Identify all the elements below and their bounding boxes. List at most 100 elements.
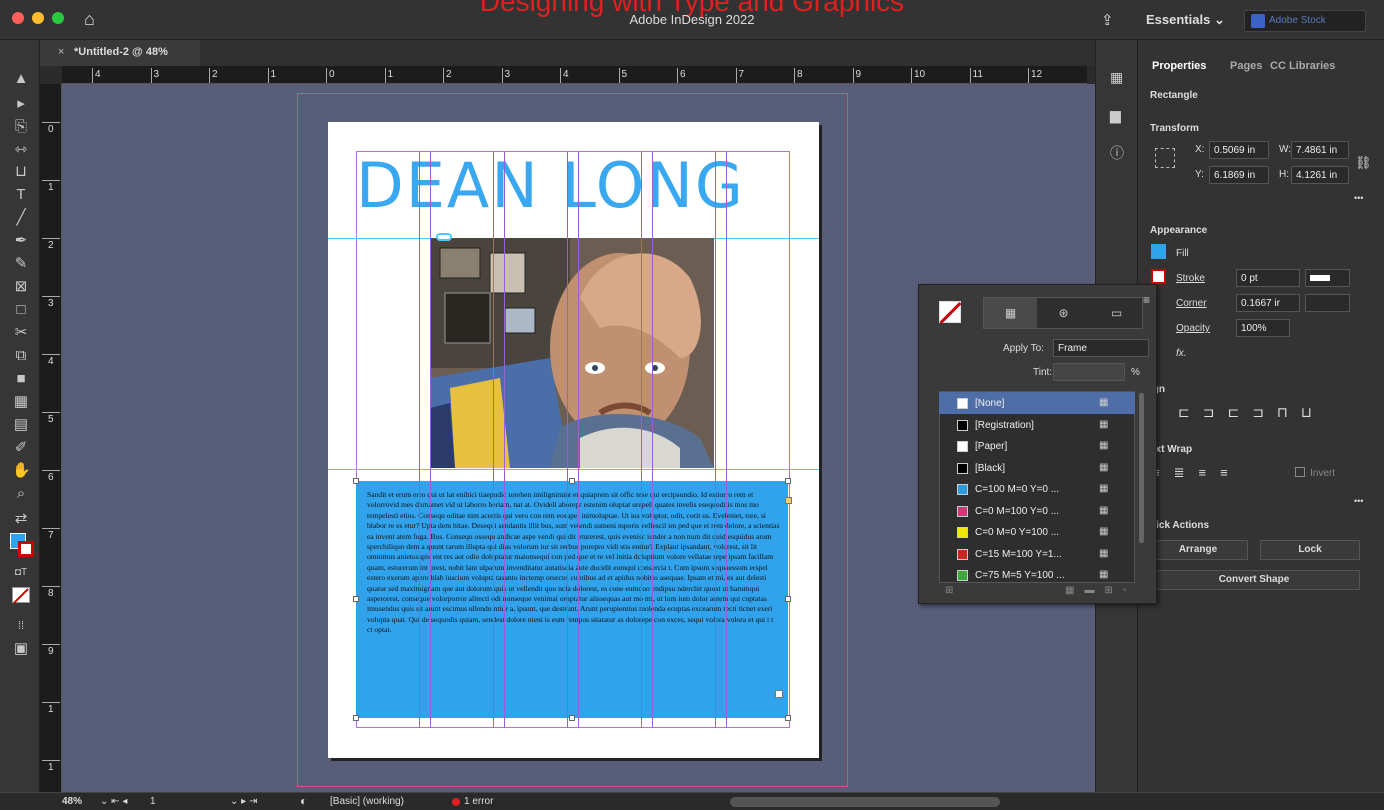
line-tool-icon[interactable]: ╱ — [12, 209, 30, 227]
home-icon[interactable]: ⌂ — [84, 10, 102, 28]
horizontal-guide[interactable] — [328, 469, 819, 470]
swatch-row[interactable]: C=15 M=100 Y=1... ▦ — [939, 543, 1135, 565]
align-buttons-icon[interactable]: ⊏⊐⊏⊐⊓⊔ — [1178, 404, 1325, 421]
stroke-weight-field[interactable]: 0 pt — [1236, 269, 1300, 287]
scissors-tool-icon[interactable]: ✂ — [12, 324, 30, 342]
free-transform-tool-icon[interactable]: ⧉ — [12, 347, 30, 365]
more-options-icon[interactable]: ••• — [1354, 496, 1363, 506]
resize-handle[interactable] — [353, 715, 359, 721]
page-tool-icon[interactable]: ⎘ — [12, 118, 30, 136]
content-grabber-icon[interactable] — [436, 233, 452, 241]
resize-handle[interactable] — [569, 478, 575, 484]
text-wrap-buttons-icon[interactable]: ≡≣≡≡ — [1152, 465, 1242, 481]
stroke-color-swatch[interactable] — [18, 541, 34, 557]
resize-handle[interactable] — [353, 478, 359, 484]
swatch-row[interactable]: [Paper] ▦ — [939, 435, 1135, 457]
eyedropper-tool-icon[interactable]: ✐ — [12, 439, 30, 457]
swatch-row[interactable]: C=100 M=0 Y=0 ... ▦ — [939, 478, 1135, 500]
swatch-row[interactable]: [Black] ▦ — [939, 457, 1135, 479]
adobe-stock-search[interactable]: Adobe Stock — [1244, 10, 1366, 32]
swatch-row[interactable]: C=0 M=0 Y=100 ... ▦ — [939, 521, 1135, 543]
resize-handle[interactable] — [569, 715, 575, 721]
resize-handle[interactable] — [353, 596, 359, 602]
color-picker-tab-icon[interactable]: ⊛ — [1037, 298, 1090, 328]
share-icon[interactable]: ⇪ — [1101, 11, 1117, 29]
type-tool-icon[interactable]: T — [12, 186, 30, 204]
stroke-label[interactable]: Stroke — [1176, 273, 1205, 284]
reference-point-icon[interactable] — [1155, 148, 1175, 168]
zoom-tool-icon[interactable]: ⌕ — [12, 485, 30, 503]
zoom-level[interactable]: 48% — [62, 796, 82, 807]
corner-label[interactable]: Corner — [1176, 298, 1207, 309]
minimize-window-button[interactable] — [32, 12, 44, 24]
rectangle-frame-tool-icon[interactable]: ⊠ — [12, 278, 30, 296]
resize-handle[interactable] — [785, 596, 791, 602]
note-tool-icon[interactable]: ▤ — [12, 416, 30, 434]
rectangle-tool-icon[interactable]: □ — [12, 301, 30, 319]
in-port-icon[interactable] — [785, 497, 792, 504]
page-nav-icons[interactable]: ⌄ ⇤ ◂ — [100, 796, 127, 807]
opacity-label[interactable]: Opacity — [1176, 323, 1210, 334]
close-window-button[interactable] — [12, 12, 24, 24]
info-icon[interactable]: ⓘ — [1110, 146, 1125, 161]
y-field[interactable]: 6.1869 in — [1209, 166, 1269, 184]
arrange-button[interactable]: Arrange — [1148, 540, 1248, 560]
body-text-frame[interactable]: Sandit et erum erro qui ut lat enihici t… — [356, 481, 788, 718]
fill-none-swatch-icon[interactable] — [939, 301, 962, 324]
swatch-row[interactable]: C=75 M=5 Y=100 ... ▦ — [939, 564, 1135, 586]
preflight-profile[interactable]: [Basic] (working) — [330, 796, 404, 807]
page-number-field[interactable]: 1 — [150, 796, 156, 807]
error-count[interactable]: 1 error — [464, 796, 493, 807]
apply-none-icon[interactable] — [12, 587, 30, 604]
horizontal-ruler[interactable]: 432101234567891011121 — [62, 66, 1087, 84]
vertical-ruler[interactable]: 0 1 2 3 4 5 6 7 8 9 1 1 — [40, 84, 62, 792]
tint-field[interactable] — [1053, 363, 1125, 381]
swap-fill-stroke-icon[interactable]: ⇄ — [12, 510, 30, 528]
gradient-feather-tool-icon[interactable]: ▦ — [12, 393, 30, 411]
resize-handle[interactable] — [785, 715, 791, 721]
view-mode-icon[interactable]: ⁞⁞ — [12, 617, 30, 635]
pencil-tool-icon[interactable]: ✎ — [12, 255, 30, 273]
screen-mode-icon[interactable]: ▣ — [12, 640, 30, 658]
out-port-icon[interactable] — [775, 690, 783, 698]
corner-radius-field[interactable]: 0.1667 ir — [1236, 294, 1300, 312]
workspace-switcher[interactable]: Essentials ⌄ — [1146, 12, 1225, 28]
tab-properties[interactable]: Properties — [1152, 60, 1206, 72]
h-field[interactable]: 4.1261 in — [1291, 166, 1349, 184]
headline-text[interactable]: DEAN LONG — [356, 146, 790, 226]
hand-tool-icon[interactable]: ✋ — [12, 462, 31, 480]
preflight-icon[interactable]: ◐ — [300, 794, 307, 808]
invert-checkbox[interactable] — [1295, 467, 1305, 477]
close-tab-icon[interactable]: × — [58, 46, 64, 58]
resize-handle[interactable] — [785, 478, 791, 484]
comments-icon[interactable]: ▆ — [1110, 108, 1125, 123]
zoom-window-button[interactable] — [52, 12, 64, 24]
gradient-tab-icon[interactable]: ▭ — [1090, 298, 1143, 328]
lock-button[interactable]: Lock — [1260, 540, 1360, 560]
convert-shape-button[interactable]: Convert Shape — [1148, 570, 1360, 590]
content-collector-icon[interactable]: ⊔ — [12, 163, 30, 181]
formatting-affects-container-icon[interactable]: ◘T — [12, 564, 30, 582]
document-tab[interactable]: × *Untitled-2 @ 48% — [40, 40, 200, 66]
swatch-actions-icon[interactable]: ▦▬⊞▫ — [1065, 585, 1136, 596]
gradient-swatch-tool-icon[interactable]: ■ — [12, 370, 30, 388]
horizontal-scrollbar[interactable] — [730, 797, 1000, 807]
direct-selection-tool-icon[interactable]: ▸ — [12, 95, 30, 113]
effects-icon[interactable]: fx. — [1176, 348, 1187, 359]
color-swatch-tab-icon[interactable]: ▦ — [984, 298, 1037, 328]
swatch-row[interactable]: [Registration] ▦ — [939, 414, 1135, 436]
swatch-list-scrollbar[interactable] — [1139, 393, 1144, 543]
stroke-swatch[interactable] — [1151, 269, 1166, 284]
opacity-field[interactable]: 100% — [1236, 319, 1290, 337]
gap-tool-icon[interactable]: ⇿ — [12, 141, 30, 159]
panel-menu-icon[interactable]: ≡ — [1143, 293, 1150, 307]
w-field[interactable]: 7.4861 in — [1291, 141, 1349, 159]
more-options-icon[interactable]: ••• — [1354, 193, 1363, 203]
pen-tool-icon[interactable]: ✒ — [12, 232, 30, 250]
corner-shape-dropdown[interactable] — [1305, 294, 1350, 312]
show-swatches-icon[interactable]: ⊞ — [945, 585, 953, 596]
fill-swatch[interactable] — [1151, 244, 1166, 259]
swatches-panel-icon[interactable]: ▦ — [1110, 70, 1125, 85]
constrain-link-icon[interactable]: ⛓ — [1355, 155, 1372, 171]
apply-to-dropdown[interactable]: Frame — [1053, 339, 1149, 357]
